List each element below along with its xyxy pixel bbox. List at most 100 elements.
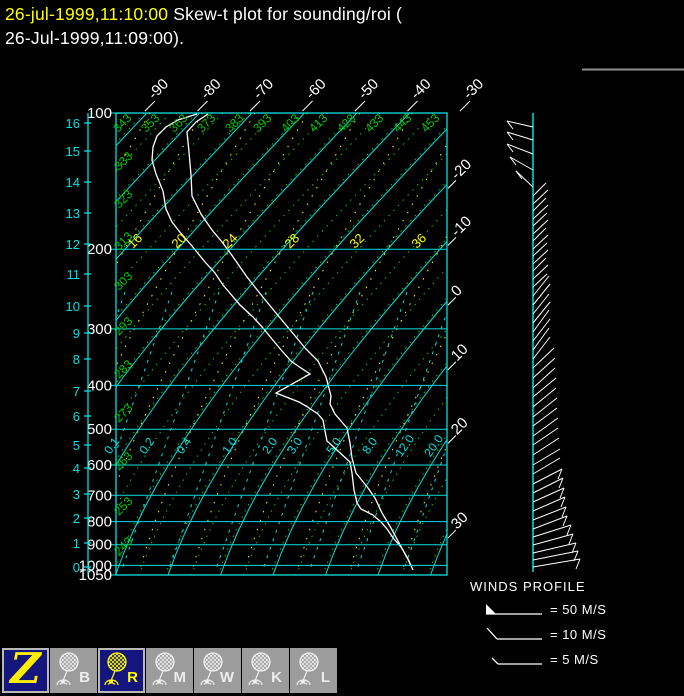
pressure-labels: 10020030040050060070080090010001050 <box>79 105 112 584</box>
legend-label: = 10 M/S <box>550 626 607 642</box>
axis-label: 14 <box>66 175 80 190</box>
axis-label: 243 <box>111 534 135 558</box>
axis-label: 15 <box>66 144 80 159</box>
toolbar: ZBRMWKL <box>2 644 337 695</box>
toolbar-button-b[interactable]: B <box>50 648 97 693</box>
axis-label: 333 <box>111 149 135 173</box>
axis-label: 2 <box>73 511 80 526</box>
axis-label: 403 <box>278 111 302 135</box>
axis-label: 413 <box>306 111 330 135</box>
axis-label: 600 <box>87 457 112 474</box>
axis-label: 12 <box>66 237 80 252</box>
axis-label: -30 <box>460 75 487 102</box>
axis-label: 10 <box>66 299 80 314</box>
axis-label: -60 <box>302 75 329 102</box>
axis-label: 6 <box>73 409 80 424</box>
axis-label: 383 <box>222 111 246 135</box>
axis-label: 0 <box>73 560 80 575</box>
legend-label: = 5 M/S <box>550 651 599 667</box>
axis-label: 7 <box>73 384 80 399</box>
toolbar-button-letter: L <box>320 669 330 686</box>
axis-label: -50 <box>355 75 382 102</box>
axis-label: 11 <box>67 267 81 282</box>
axis-label: 323 <box>111 187 135 211</box>
axis-label: 393 <box>250 111 274 135</box>
axis-label: 16 <box>66 116 80 131</box>
plot-border <box>115 112 448 576</box>
axis-label: 30 <box>448 509 472 533</box>
axis-label: 24 <box>219 230 240 251</box>
axis-label: 0.2 <box>136 435 157 457</box>
axis-label: -20 <box>448 156 475 183</box>
axis-label: 303 <box>111 269 135 293</box>
axis-label: 273 <box>111 401 135 425</box>
legend-row-barb-5: = 5 M/S <box>484 650 599 668</box>
axis-label: 0 <box>448 282 466 300</box>
axis-label: -80 <box>197 75 224 102</box>
toolbar-button-letter: R <box>127 669 138 686</box>
axis-label: 12.0 <box>392 432 417 459</box>
isotherm-top-labels: -90 -80 -70 -60 -50 -40 -30 <box>144 75 487 112</box>
axis-label: -10 <box>448 213 475 240</box>
axis-label: 293 <box>111 314 135 338</box>
axis-label: 1.0 <box>219 435 240 457</box>
axis-label: 283 <box>111 357 135 381</box>
axis-label: -90 <box>145 75 172 102</box>
axis-label: 20 <box>168 230 189 251</box>
flag-50-icon <box>486 604 542 615</box>
axis-label: 253 <box>111 494 135 518</box>
barb-5-icon <box>491 657 542 665</box>
toolbar-button-letter: K <box>271 669 282 686</box>
axis-label: 900 <box>87 537 112 554</box>
axis-label: 1050 <box>79 567 112 584</box>
barb-10-icon <box>486 627 542 640</box>
axis-label: 36 <box>408 230 429 251</box>
axis-label: 13 <box>66 206 80 221</box>
legend-row-flag-50: = 50 M/S <box>484 600 606 618</box>
legend-row-barb-10: = 10 M/S <box>484 625 606 643</box>
axis-label: 10 <box>448 341 472 365</box>
axis-label: -70 <box>250 75 277 102</box>
axis-label: 343 <box>110 111 134 135</box>
wind-profile <box>506 113 581 572</box>
zeb-logo: Z <box>10 644 41 693</box>
isotherm-right-labels: -20 -10 0 10 20 30 <box>447 156 475 539</box>
axis-label: 8.0 <box>359 435 380 457</box>
axis-label: 5 <box>73 438 80 453</box>
toolbar-button-letter: B <box>79 669 90 686</box>
toolbar-button-w[interactable]: W <box>194 648 241 693</box>
axis-label: 423 <box>334 111 358 135</box>
axis-label: 3 <box>73 487 80 502</box>
axis-label: 28 <box>281 230 302 251</box>
theta-labels: 343 353 363 373 383 393 403 413 423 433 443 4533333… <box>110 111 442 558</box>
axis-label: 9 <box>73 326 80 341</box>
axis-label: 400 <box>87 377 112 394</box>
winds-profile-title: WINDS PROFILE <box>470 579 586 594</box>
axis-label: 8 <box>73 352 80 367</box>
toolbar-button-k[interactable]: K <box>242 648 289 693</box>
axis-label: 353 <box>138 111 162 135</box>
axis-label: 443 <box>390 111 414 135</box>
plot-area <box>116 113 447 575</box>
toolbar-button-z[interactable]: Z <box>2 644 49 693</box>
legend-label: = 50 M/S <box>550 601 607 617</box>
toolbar-button-letter: W <box>219 669 234 686</box>
axis-label: 800 <box>87 514 112 531</box>
axis-label: 4 <box>73 461 80 476</box>
temperature-trace <box>186 113 414 571</box>
toolbar-button-l[interactable]: L <box>290 648 337 693</box>
height-axis: 161514131211109876543210 <box>66 113 91 575</box>
axis-label: 20 <box>448 414 472 438</box>
axis-label: 100 <box>87 105 112 122</box>
axis-label: 700 <box>87 487 112 504</box>
axis-label: 500 <box>87 421 112 438</box>
mixing-labels: 0.1 0.2 0.4 1.0 2.0 3.0 5.0 8.0 12.0 20.0 <box>101 432 446 459</box>
axis-label: 1 <box>73 536 80 551</box>
axis-label: -40 <box>407 75 434 102</box>
axis-label: 300 <box>87 321 112 338</box>
toolbar-button-m[interactable]: M <box>146 648 193 693</box>
axis-label: 453 <box>418 111 442 135</box>
toolbar-button-r[interactable]: R <box>98 648 145 693</box>
moist-labels: 16 20 24 28 32 36 <box>124 230 429 251</box>
toolbar-button-letter: M <box>173 669 187 686</box>
